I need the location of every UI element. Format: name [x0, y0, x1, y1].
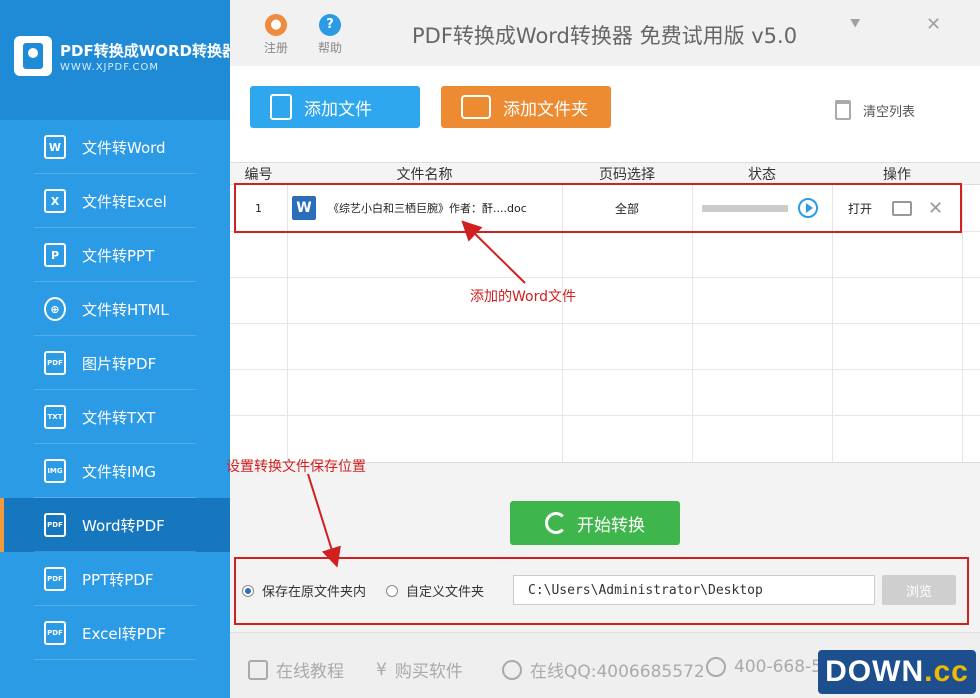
globe-icon: ⊕: [44, 297, 66, 321]
document-icon: [270, 94, 292, 120]
minimize-button[interactable]: ⯆: [848, 14, 862, 35]
pdf-doc-icon: PDF: [44, 513, 66, 537]
pdf-doc-icon: PDF: [44, 351, 66, 375]
sidebar-item-label: Excel转PDF: [82, 624, 166, 643]
sidebar-nav: W 文件转Word X 文件转Excel P 文件转PPT ⊕ 文件转HTML PDF 图…: [0, 120, 230, 660]
sidebar-item-label: PPT转PDF: [82, 570, 154, 589]
sidebar-item-label: Word转PDF: [82, 516, 165, 535]
book-icon: [248, 659, 268, 680]
title-bar: ● 注册 ? 帮助 PDF转换成Word转换器 免费试用版 v5.0 ⯆ ✕: [230, 0, 980, 66]
sidebar-item-label: 文件转Excel: [82, 192, 167, 211]
txt-doc-icon: TXT: [44, 405, 66, 429]
toolbar: 添加文件 添加文件夹 清空列表: [230, 66, 980, 162]
sidebar-item-label: 图片转PDF: [82, 354, 157, 373]
online-qq-label: 在线QQ:4006685572: [530, 662, 705, 682]
column-header-filename: 文件名称: [396, 167, 453, 183]
register-label: 注册: [263, 41, 288, 55]
register-button[interactable]: ● 注册: [256, 14, 296, 56]
column-header-pages: 页码选择: [599, 167, 655, 183]
column-header-status: 状态: [748, 167, 776, 183]
start-conversion-label: 开始转换: [577, 515, 645, 536]
sidebar-item-file-to-html[interactable]: ⊕ 文件转HTML: [0, 282, 230, 336]
sidebar-item-file-to-word[interactable]: W 文件转Word: [0, 120, 230, 174]
help-icon: ?: [319, 14, 341, 36]
user-icon: ●: [265, 14, 287, 36]
brand-url: WWW.XJPDF.COM: [60, 62, 160, 73]
word-doc-icon: W: [44, 135, 66, 159]
sidebar-item-excel-to-pdf[interactable]: PDF Excel转PDF: [0, 606, 230, 660]
app-logo-icon: [14, 36, 52, 76]
window-title: PDF转换成Word转换器 免费试用版 v5.0: [412, 24, 798, 48]
refresh-icon: [545, 512, 567, 534]
pdf-doc-icon: PDF: [44, 567, 66, 591]
column-header-number: 编号: [244, 167, 273, 183]
brand-header: PDF转换成WORD转换器 WWW.XJPDF.COM: [0, 0, 237, 120]
annotation-box-save-location: [234, 557, 969, 625]
image-icon: IMG: [44, 459, 66, 483]
table-header: 编号 文件名称 页码选择 状态 操作: [230, 163, 980, 185]
sidebar-item-file-to-excel[interactable]: X 文件转Excel: [0, 174, 230, 228]
trash-icon: [835, 100, 851, 120]
watermark-text: DOWN: [825, 655, 925, 688]
sidebar: PDF转换成WORD转换器 WWW.XJPDF.COM W 文件转Word X 文件…: [0, 0, 237, 698]
sidebar-item-file-to-txt[interactable]: TXT 文件转TXT: [0, 390, 230, 444]
sidebar-item-file-to-ppt[interactable]: P 文件转PPT: [0, 228, 230, 282]
qq-icon: [502, 659, 522, 680]
sidebar-item-label: 文件转IMG: [82, 462, 156, 481]
sidebar-item-word-to-pdf[interactable]: PDF Word转PDF: [0, 498, 230, 552]
clear-list-button[interactable]: 清空列表: [835, 100, 915, 120]
watermark-suffix: .cc: [924, 655, 969, 688]
add-folder-button[interactable]: 添加文件夹: [441, 86, 611, 128]
phone-icon: [706, 657, 726, 677]
online-tutorial-label: 在线教程: [276, 662, 344, 682]
online-qq-link[interactable]: 在线QQ:4006685572: [502, 657, 705, 682]
sidebar-item-label: 文件转Word: [82, 138, 166, 157]
column-header-actions: 操作: [883, 167, 911, 183]
add-folder-label: 添加文件夹: [503, 99, 588, 120]
add-file-label: 添加文件: [304, 99, 372, 120]
help-label: 帮助: [317, 41, 342, 55]
sidebar-item-label: 文件转PPT: [82, 246, 155, 265]
start-conversion-button[interactable]: 开始转换: [510, 501, 680, 545]
buy-software-link[interactable]: ¥ 购买软件: [376, 657, 463, 683]
annotation-box-file-row: [234, 183, 962, 233]
sidebar-item-file-to-img[interactable]: IMG 文件转IMG: [0, 444, 230, 498]
down-cc-watermark: DOWN .cc: [818, 650, 976, 694]
help-button[interactable]: ? 帮助: [310, 14, 350, 56]
buy-software-label: 购买软件: [394, 662, 463, 682]
yen-icon: ¥: [376, 659, 387, 680]
folder-icon: [461, 95, 491, 119]
online-tutorial-link[interactable]: 在线教程: [248, 657, 344, 682]
brand-name: PDF转换成WORD转换器: [60, 42, 237, 60]
close-window-button[interactable]: ✕: [926, 14, 941, 35]
clear-list-label: 清空列表: [863, 104, 916, 120]
sidebar-item-label: 文件转TXT: [82, 408, 156, 427]
phone-link[interactable]: 400-668-55: [706, 657, 833, 677]
annotation-added-file-label: 添加的Word文件: [470, 289, 576, 305]
sidebar-item-image-to-pdf[interactable]: PDF 图片转PDF: [0, 336, 230, 390]
sidebar-item-ppt-to-pdf[interactable]: PDF PPT转PDF: [0, 552, 230, 606]
ppt-doc-icon: P: [44, 243, 66, 267]
pdf-doc-icon: PDF: [44, 621, 66, 645]
annotation-save-location-label: 设置转换文件保存位置: [226, 459, 366, 475]
sidebar-item-label: 文件转HTML: [82, 300, 169, 319]
excel-doc-icon: X: [44, 189, 66, 213]
add-file-button[interactable]: 添加文件: [250, 86, 420, 128]
